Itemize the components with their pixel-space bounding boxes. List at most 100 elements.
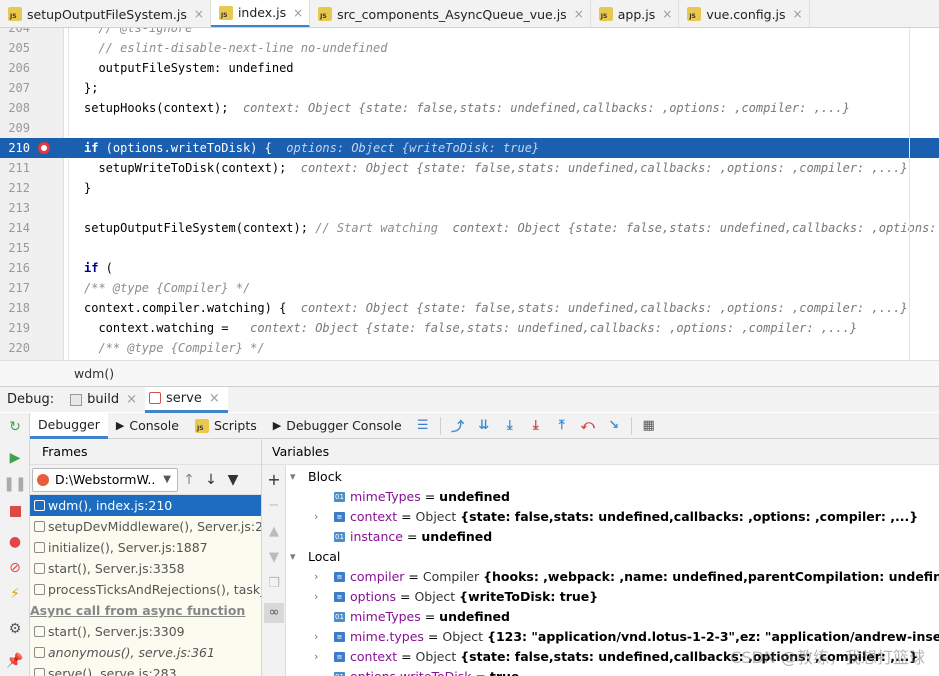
close-icon[interactable]: × — [662, 7, 672, 21]
drop-frame-icon[interactable]: ⤺ — [580, 418, 596, 434]
move-down-icon[interactable]: ▼ — [267, 551, 281, 565]
editor-tab[interactable]: JS vue.config.js × — [679, 0, 810, 27]
close-icon[interactable]: × — [793, 7, 803, 21]
editor-tab[interactable]: JS app.js × — [591, 0, 680, 27]
code-editor[interactable]: 204 // @ts-ignore 205 // eslint-disable-n… — [0, 28, 939, 360]
code-line[interactable]: 209 — [0, 118, 939, 138]
code-line[interactable]: 212} — [0, 178, 939, 198]
config-tab-serve[interactable]: serve × — [145, 386, 228, 413]
code-line[interactable]: 213 — [0, 198, 939, 218]
view-breakpoints-icon[interactable]: ● — [7, 534, 23, 550]
editor-tab[interactable]: JS setupOutputFileSystem.js × — [0, 0, 211, 27]
menu-icon[interactable]: ☰ — [415, 418, 431, 434]
breakpoint-icon[interactable] — [38, 142, 50, 154]
code-line[interactable]: 214 setupOutputFileSystem(context); // St… — [0, 218, 939, 238]
breadcrumb[interactable]: wdm() — [0, 360, 939, 386]
filter-icon[interactable]: ▼ — [222, 472, 244, 488]
tab-scripts[interactable]: JS Scripts — [187, 413, 265, 439]
step-over-icon[interactable]: ⇊ — [476, 418, 492, 434]
chevron-down-icon[interactable]: ▾ — [290, 467, 302, 487]
arrow-down-icon[interactable]: ↓ — [200, 472, 222, 488]
frame-item[interactable]: setupDevMiddleware(), Server.js:2036 — [30, 516, 261, 537]
stop-icon[interactable] — [7, 503, 23, 519]
variable-row[interactable]: 01 options.writeToDisk = true — [286, 667, 939, 676]
glasses-icon[interactable]: ∞ — [264, 603, 284, 623]
code-line[interactable]: 210 if (options.writeToDisk) { options: O… — [0, 138, 939, 158]
mute-breakpoints-icon[interactable]: ⊘ — [7, 560, 23, 576]
code-line[interactable]: 207}; — [0, 78, 939, 98]
frame-item[interactable]: initialize(), Server.js:1887 — [30, 537, 261, 558]
editor-tab[interactable]: JS src_components_AsyncQueue_vue.js × — [310, 0, 591, 27]
variable-section[interactable]: ▾ Block — [286, 467, 939, 487]
frame-item[interactable]: serve(), serve.js:283 — [30, 663, 261, 676]
close-icon[interactable]: × — [126, 392, 137, 407]
frame-item[interactable]: start(), Server.js:3309 — [30, 621, 261, 642]
pause-icon[interactable]: ❚❚ — [3, 476, 26, 492]
variable-row[interactable]: 01 instance = undefined — [286, 527, 939, 547]
variable-row[interactable]: › ≡ context = Object {state: false,stats: … — [286, 507, 939, 527]
editor-tab-label: index.js — [237, 5, 287, 20]
chevron-right-icon[interactable]: › — [314, 507, 326, 527]
frame-item[interactable]: wdm(), index.js:210 — [30, 495, 261, 516]
code-line[interactable]: 206 outputFileSystem: undefined — [0, 58, 939, 78]
editor-scrollbar[interactable] — [909, 28, 910, 360]
frame-item[interactable]: processTicksAndRejections(), task_queues… — [30, 579, 261, 600]
move-up-icon[interactable]: ▲ — [267, 525, 281, 539]
code-line[interactable]: 211 setupWriteToDisk(context); context: … — [0, 158, 939, 178]
code-line[interactable]: 219 context.watching = context: Object {… — [0, 318, 939, 338]
add-watch-icon[interactable]: + — [267, 472, 281, 488]
settings-icon[interactable]: ⚙ — [7, 621, 23, 637]
code-line[interactable]: 215 — [0, 238, 939, 258]
lightning-icon[interactable]: ⚡ — [7, 586, 23, 602]
variable-row[interactable]: 01 mimeTypes = undefined — [286, 607, 939, 627]
remove-watch-icon[interactable]: − — [267, 499, 281, 513]
evaluate-expression-icon[interactable]: ▦ — [641, 418, 657, 434]
tab-debugger[interactable]: Debugger — [30, 412, 108, 439]
thread-icon — [37, 473, 49, 486]
run-to-cursor-icon[interactable]: ↘ — [606, 418, 622, 434]
variable-row[interactable]: 01 mimeTypes = undefined — [286, 487, 939, 507]
close-icon[interactable]: × — [209, 391, 220, 406]
tab-label: Scripts — [213, 418, 257, 433]
close-icon[interactable]: × — [293, 6, 303, 20]
frame-item[interactable]: anonymous(), serve.js:361 — [30, 642, 261, 663]
code-line[interactable]: 205 // eslint-disable-next-line no-undef… — [0, 38, 939, 58]
chevron-right-icon[interactable]: › — [314, 627, 326, 647]
pin-icon[interactable]: 📌 — [6, 653, 23, 669]
js-file-icon: JS — [8, 7, 22, 21]
code-line[interactable]: 217 /** @type {Compiler} */ — [0, 278, 939, 298]
debugger-toolbar: Debugger ▶ Console JS Scripts ▶ Debugger Co… — [30, 412, 939, 439]
chevron-down-icon[interactable]: ▾ — [290, 547, 302, 567]
chevron-right-icon[interactable]: › — [314, 567, 326, 587]
chevron-right-icon[interactable]: › — [314, 587, 326, 607]
step-out-icon[interactable]: ⤒ — [554, 418, 570, 434]
show-execution-point-icon[interactable]: ⤴ — [450, 418, 466, 435]
step-into-icon[interactable]: ⤓ — [502, 418, 518, 434]
code-line[interactable]: 204 // @ts-ignore — [0, 28, 939, 38]
variable-row[interactable]: › ≡ compiler = Compiler {hooks: ,webpack: … — [286, 567, 939, 587]
close-icon[interactable]: × — [574, 7, 584, 21]
variable-type: Object — [415, 509, 457, 524]
chevron-right-icon[interactable]: › — [314, 647, 326, 667]
rerun-icon[interactable]: ↻ — [7, 419, 23, 435]
variable-section[interactable]: ▾ Local — [286, 547, 939, 567]
editor-tab[interactable]: JS index.js × — [210, 0, 311, 27]
code-line[interactable]: 208 setupHooks(context); context: Object … — [0, 98, 939, 118]
thread-selector[interactable]: D:\WebstormW... ▼ — [32, 467, 178, 492]
force-step-into-icon[interactable]: ⤓ — [528, 418, 544, 434]
code-line[interactable]: 218 context.compiler.watching) { context:… — [0, 298, 939, 318]
arrow-up-icon[interactable]: ↑ — [178, 472, 200, 488]
copy-icon[interactable]: ❐ — [267, 577, 281, 591]
code-line[interactable]: 216 if ( — [0, 258, 939, 278]
debug-header: Debug: build × serve × — [0, 386, 939, 413]
code-line[interactable]: 220 /** @type {Compiler} */ — [0, 338, 939, 358]
resume-icon[interactable]: ▶ — [7, 450, 23, 466]
config-tab-build[interactable]: build × — [66, 387, 145, 413]
tab-console[interactable]: ▶ Console — [108, 413, 187, 439]
tab-debugger-console[interactable]: ▶ Debugger Console — [265, 413, 410, 439]
code-text: /** @type {Compiler} */ — [84, 338, 264, 358]
frame-item[interactable]: start(), Server.js:3358 — [30, 558, 261, 579]
close-icon[interactable]: × — [194, 7, 204, 21]
line-number: 212 — [8, 181, 30, 195]
variable-row[interactable]: › ≡ options = Object {writeToDisk: true} — [286, 587, 939, 607]
